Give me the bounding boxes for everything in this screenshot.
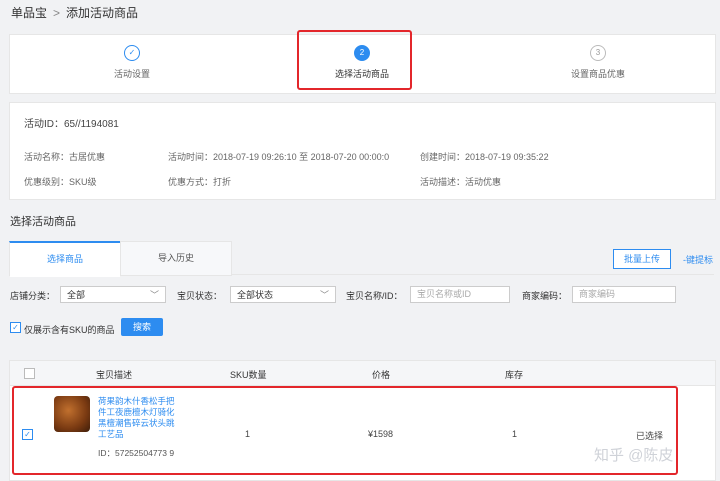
header-description: 宝贝描述 (96, 370, 133, 380)
breadcrumb-separator: > (53, 6, 61, 20)
bulk-upload-button[interactable]: 批量上传 (613, 249, 671, 269)
created-time: 创建时间：2018-07-19 09:35:22 (420, 152, 549, 162)
breadcrumb-current: 添加活动商品 (66, 6, 139, 20)
code-label: 商家编码： (522, 291, 568, 301)
status-label: 宝贝状态： (177, 291, 223, 301)
only-sku-checkbox[interactable]: ✓ (10, 322, 21, 333)
category-label: 店铺分类： (10, 291, 56, 301)
activity-time: 活动时间：2018-07-19 09:26:10 至 2018-07-20 00… (168, 152, 390, 162)
category-value: 全部 (67, 290, 86, 300)
section-title: 选择活动商品 (10, 216, 76, 228)
tab-select-products[interactable]: 选择商品 (9, 241, 121, 277)
category-select[interactable]: 全部 ﹀ (60, 286, 166, 303)
step-label: 活动设置 (113, 69, 150, 79)
activity-description: 活动描述：活动优惠 (420, 177, 502, 187)
step-activity-settings: ✓ 活动设置 (52, 45, 212, 80)
search-button[interactable]: 搜索 (121, 318, 163, 336)
merchant-code-input[interactable]: 商家编码 (572, 286, 676, 303)
header-stock: 库存 (505, 370, 524, 380)
one-click-link[interactable]: -键提标 (683, 253, 713, 266)
highlight-box-step (297, 30, 412, 90)
activity-name: 活动名称：古居优惠 (24, 152, 106, 162)
header-sku: SKU数量 (230, 370, 267, 380)
highlight-box-row (12, 386, 678, 475)
header-price: 价格 (372, 370, 391, 380)
step-number-badge: 3 (590, 45, 606, 61)
discount-method: 优惠方式：打折 (168, 177, 232, 187)
status-select[interactable]: 全部状态 ﹀ (230, 286, 336, 303)
watermark: 知乎 @陈皮 (594, 447, 674, 464)
status-value: 全部状态 (237, 290, 274, 300)
chevron-down-icon: ﹀ (319, 290, 329, 300)
tab-bar: 选择商品 导入历史 (9, 241, 714, 277)
name-id-input[interactable]: 宝贝名称或ID (410, 286, 510, 303)
only-sku-label: 仅展示含有SKU的商品 (24, 325, 115, 335)
step-set-discount: 3 设置商品优惠 (518, 45, 678, 80)
check-icon: ✓ (124, 45, 140, 61)
select-all-checkbox[interactable] (24, 368, 35, 379)
breadcrumb: 单品宝 > 添加活动商品 (11, 4, 138, 21)
tab-import-history[interactable]: 导入历史 (120, 241, 232, 276)
table-header: 宝贝描述 SKU数量 价格 库存 (9, 360, 716, 386)
activity-id: 活动ID：65//1194081 (24, 119, 119, 130)
chevron-down-icon: ﹀ (149, 290, 159, 300)
breadcrumb-root[interactable]: 单品宝 (11, 6, 47, 20)
step-label: 设置商品优惠 (570, 69, 625, 79)
discount-level: 优惠级别：SKU级 (24, 177, 97, 187)
activity-info-panel: 活动ID：65//1194081 活动名称：古居优惠 活动时间：2018-07-… (9, 102, 716, 200)
name-id-label: 宝贝名称/ID： (346, 291, 403, 301)
